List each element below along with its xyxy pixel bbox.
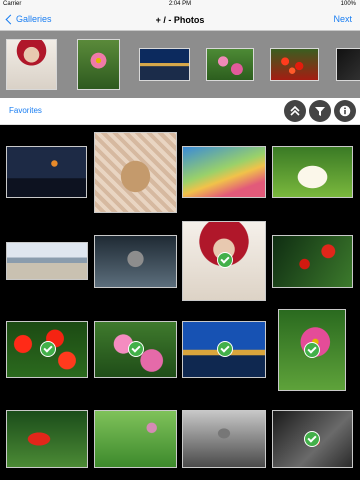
grid-photo[interactable] bbox=[6, 146, 87, 198]
clock: 2:04 PM bbox=[168, 1, 192, 7]
filter-icon bbox=[315, 107, 325, 116]
grid-photo[interactable] bbox=[6, 321, 88, 378]
selected-photos-strip[interactable] bbox=[0, 31, 360, 98]
grid-photo[interactable] bbox=[94, 321, 177, 378]
grid-photo[interactable] bbox=[182, 221, 266, 301]
selected-check-icon bbox=[217, 341, 233, 357]
page-title: + / - Photos bbox=[155, 15, 205, 25]
double-chevron-up-icon bbox=[290, 105, 300, 116]
grid-photo[interactable] bbox=[94, 132, 177, 213]
grid-photo[interactable] bbox=[6, 410, 88, 468]
navigation-bar: Galleries + / - Photos Next bbox=[0, 10, 360, 31]
grid-photo[interactable] bbox=[6, 242, 88, 280]
grid-photo[interactable] bbox=[182, 321, 266, 378]
grid-photo[interactable] bbox=[182, 410, 266, 468]
selected-check-icon bbox=[217, 252, 233, 268]
photo-grid[interactable] bbox=[0, 125, 360, 480]
strip-thumbnail[interactable] bbox=[336, 48, 360, 81]
selected-check-icon bbox=[304, 342, 320, 358]
info-button[interactable] bbox=[334, 100, 356, 122]
toolbar: Favorites bbox=[0, 98, 360, 125]
next-button[interactable]: Next bbox=[333, 14, 352, 24]
grid-photo[interactable] bbox=[278, 309, 346, 391]
battery-label: 100% bbox=[340, 1, 356, 7]
strip-thumbnail[interactable] bbox=[206, 48, 254, 81]
grid-photo[interactable] bbox=[272, 146, 353, 198]
filter-button[interactable] bbox=[309, 100, 331, 122]
grid-photo[interactable] bbox=[94, 235, 177, 288]
selected-check-icon bbox=[40, 341, 56, 357]
status-bar: Carrier 2:04 PM 100% bbox=[0, 0, 360, 10]
strip-thumbnail[interactable] bbox=[270, 48, 319, 81]
strip-thumbnail[interactable] bbox=[6, 39, 57, 90]
grid-photo[interactable] bbox=[182, 146, 266, 198]
info-icon bbox=[339, 105, 351, 117]
grid-photo[interactable] bbox=[94, 410, 177, 468]
grid-photo[interactable] bbox=[272, 410, 353, 468]
selected-check-icon bbox=[304, 431, 320, 447]
selected-check-icon bbox=[128, 341, 144, 357]
collapse-button[interactable] bbox=[284, 100, 306, 122]
strip-thumbnail[interactable] bbox=[77, 39, 120, 90]
favorites-label[interactable]: Favorites bbox=[9, 106, 42, 115]
strip-thumbnail[interactable] bbox=[139, 48, 190, 81]
grid-photo[interactable] bbox=[272, 235, 353, 288]
